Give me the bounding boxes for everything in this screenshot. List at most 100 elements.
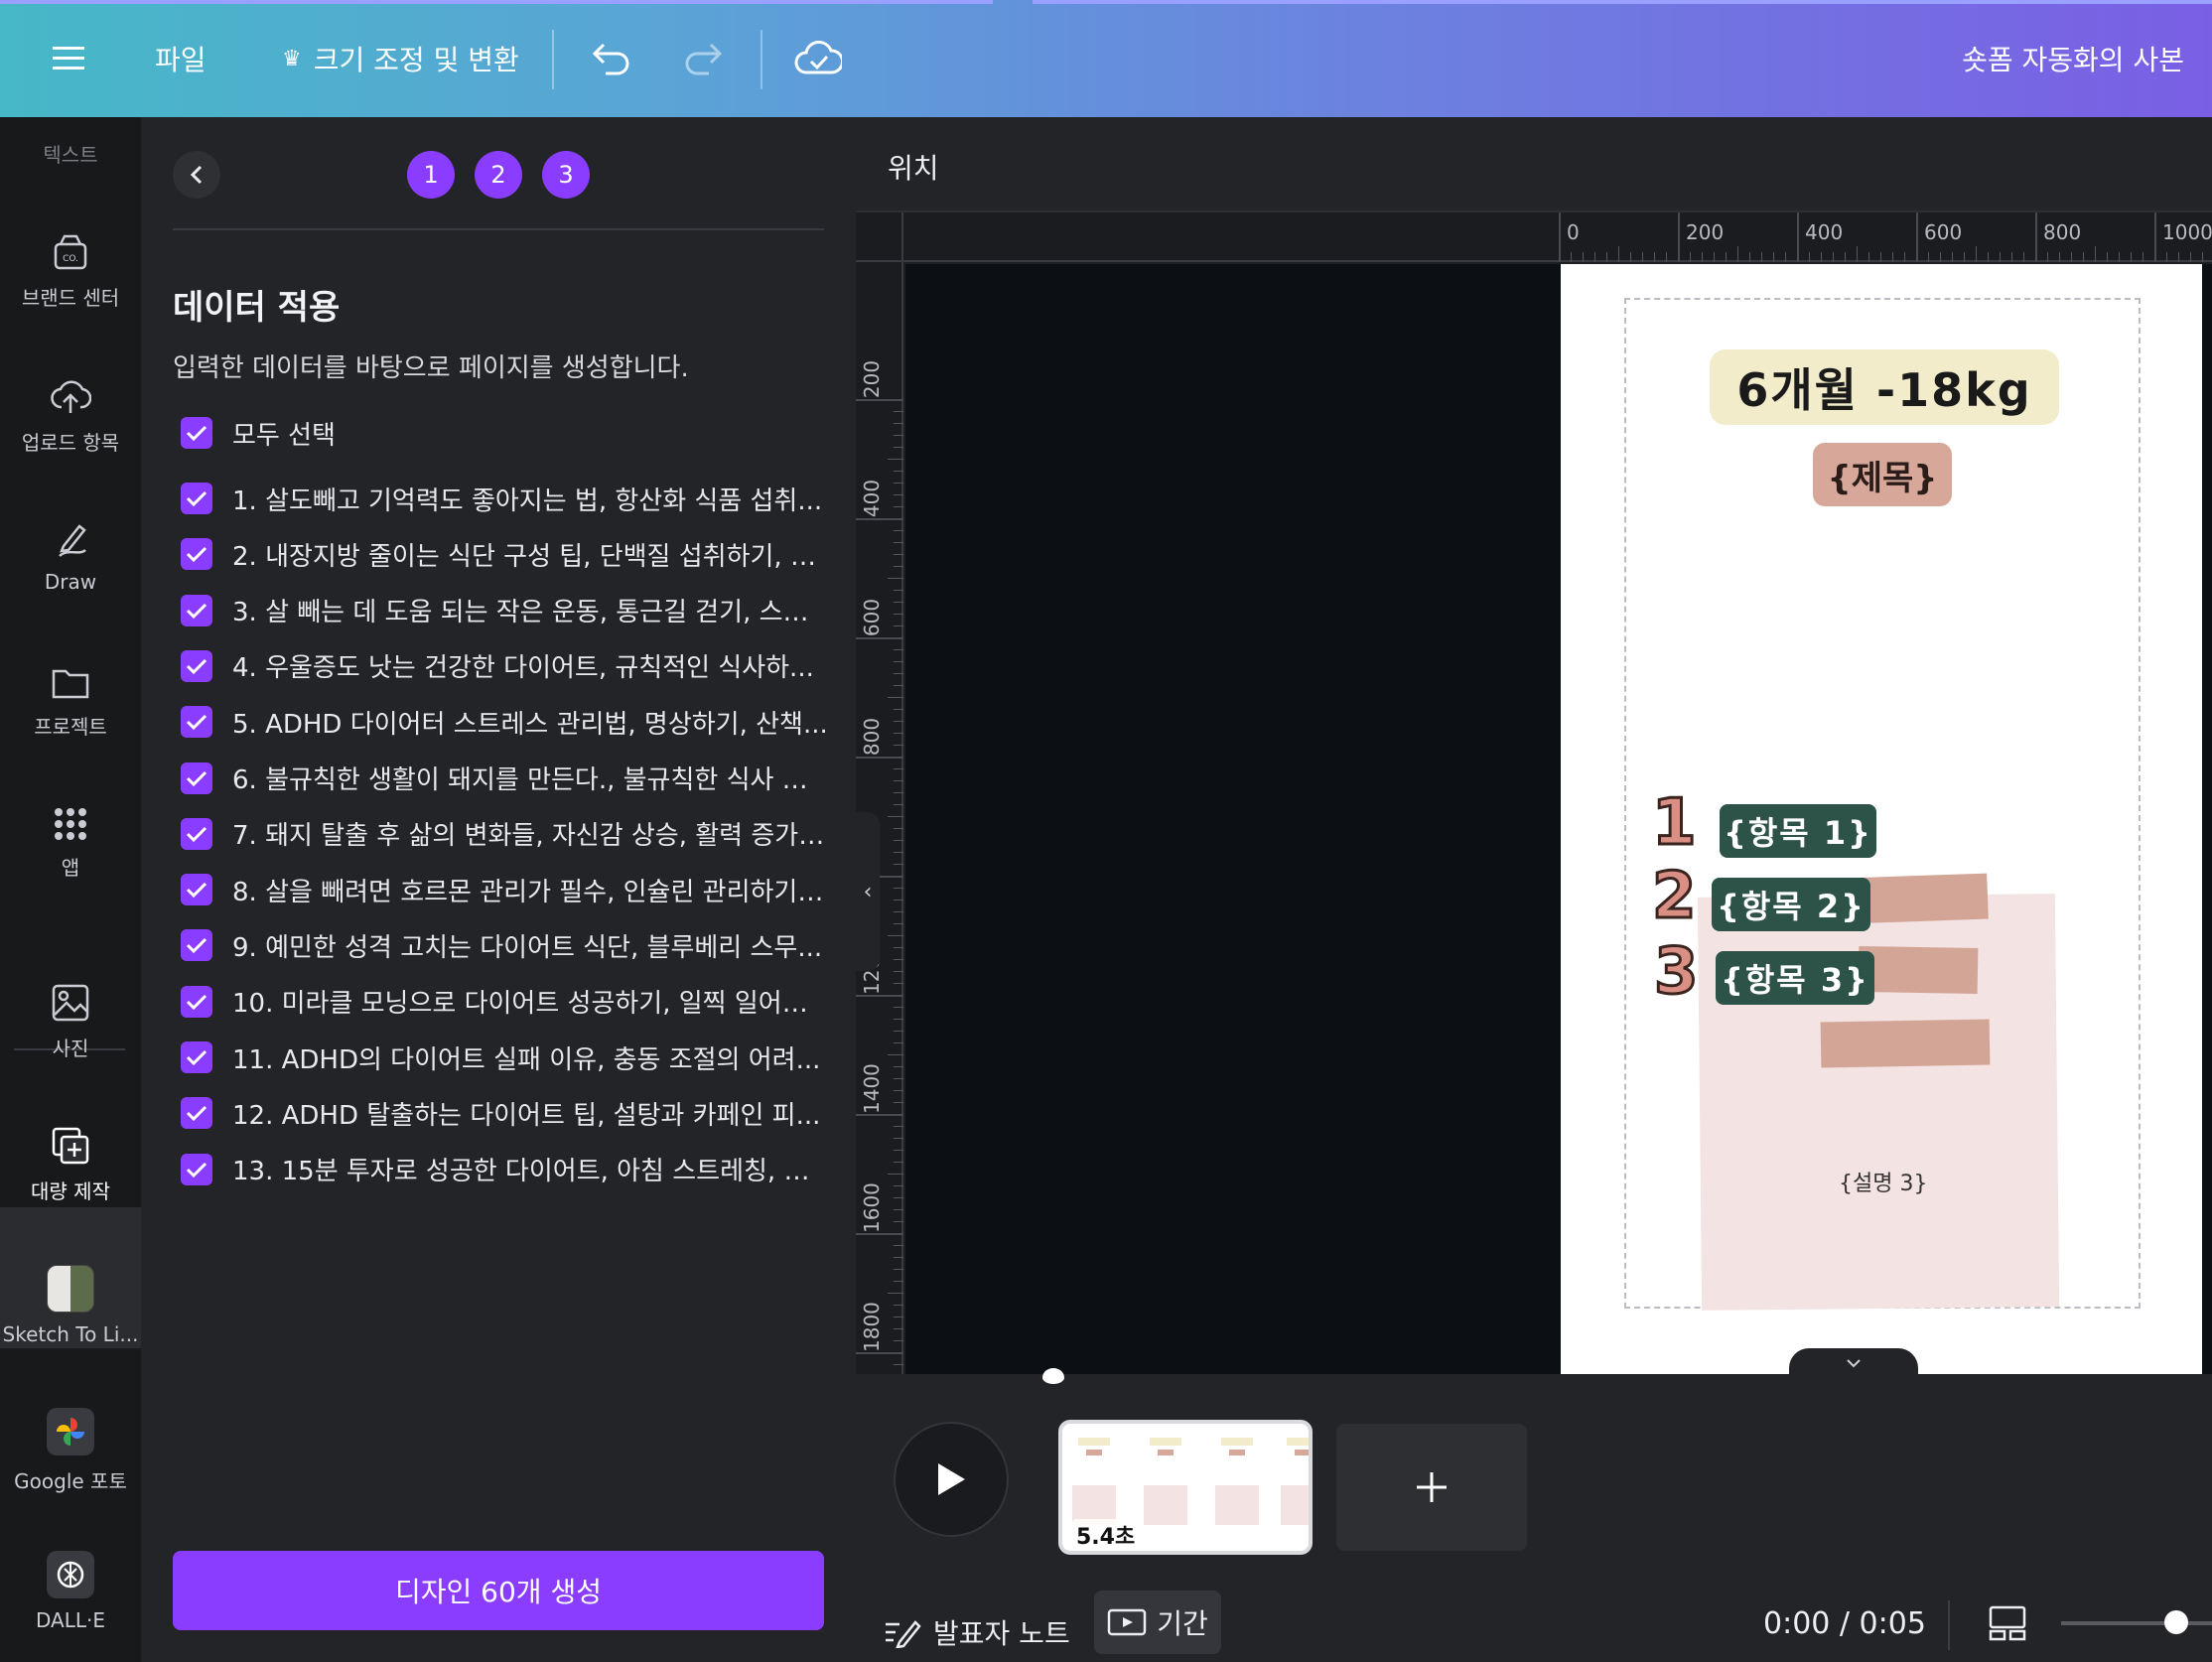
checkbox[interactable]: [181, 649, 212, 682]
page-thumbnail[interactable]: 5.4초: [1058, 1420, 1313, 1555]
rail-item-apps[interactable]: 앱: [0, 806, 141, 881]
rail-item-uploads[interactable]: 업로드 항목: [0, 377, 141, 456]
row-checkbox[interactable]: 7. 돼지 탈출 후 삶의 변화들, 자신감 상승, 활력 증가, ...: [181, 814, 836, 854]
row-checkbox[interactable]: 12. ADHD 탈출하는 다이어트 팁, 설탕과 카페인 피...: [181, 1093, 836, 1133]
rail-item-projects[interactable]: 프로젝트: [0, 663, 141, 740]
duration-button[interactable]: 기간: [1094, 1591, 1221, 1654]
number-1[interactable]: 1: [1651, 785, 1699, 862]
headline-text[interactable]: 6개월 -18kg: [1710, 349, 2059, 425]
ruler-minor-tick: [894, 554, 903, 555]
item-tag-2[interactable]: {항목 2}: [1712, 878, 1870, 931]
ruler-minor-tick: [894, 447, 903, 448]
ruler-minor-tick: [2178, 252, 2179, 262]
tape-strip[interactable]: [1820, 1019, 1991, 1068]
apps-icon: [55, 808, 86, 840]
ruler-minor-tick: [2107, 252, 2108, 262]
rail-item-text[interactable]: 텍스트: [0, 119, 141, 168]
undo-icon[interactable]: [590, 0, 633, 117]
ruler-tick: [856, 637, 903, 639]
generate-designs-button[interactable]: 디자인 60개 생성: [173, 1551, 824, 1630]
number-3[interactable]: 3: [1653, 934, 1701, 1011]
ruler-minor-tick: [1618, 246, 1619, 262]
checkbox[interactable]: [181, 594, 212, 626]
item-tag-3[interactable]: {항목 3}: [1716, 951, 1874, 1005]
design-page[interactable]: 6개월 -18kg {제목} 1 2 3 {항목 1} {항목 2} {항목 3…: [1561, 264, 2202, 1374]
rail-label: 업로드 항목: [21, 431, 120, 455]
ruler-tick: [1916, 212, 1918, 262]
checkbox[interactable]: [181, 817, 212, 850]
rail-item-brand[interactable]: CO. 브랜드 센터: [0, 232, 141, 311]
ruler-minor-tick: [894, 971, 903, 972]
resize-button[interactable]: ♛ 크기 조정 및 변환: [282, 0, 519, 117]
upload-icon: [51, 380, 91, 413]
menu-icon[interactable]: [52, 0, 85, 117]
back-button[interactable]: [173, 151, 220, 199]
row-checkbox[interactable]: 2. 내장지방 줄이는 식단 구성 팁, 단백질 섭취하기, 정...: [181, 534, 836, 574]
check-icon: [186, 490, 207, 507]
item-tag-1[interactable]: {항목 1}: [1720, 804, 1876, 858]
file-menu[interactable]: 파일: [155, 0, 207, 117]
chevron-left-icon: [190, 165, 203, 185]
checkbox[interactable]: [181, 929, 212, 962]
checkbox[interactable]: [181, 417, 212, 449]
grid-view-icon[interactable]: [1988, 1604, 2027, 1646]
step-2[interactable]: 2: [475, 151, 522, 199]
select-all-checkbox[interactable]: 모두 선택: [181, 413, 836, 453]
checkbox[interactable]: [181, 538, 212, 571]
rail-item-sketch-to-life[interactable]: Sketch To Li...: [0, 1265, 141, 1346]
play-button[interactable]: [894, 1422, 1009, 1537]
row-label: 5. ADHD 다이어터 스트레스 관리법, 명상하기, 산책...: [232, 709, 828, 740]
checkbox[interactable]: [181, 483, 212, 514]
row-checkbox[interactable]: 4. 우울증도 낫는 건강한 다이어트, 규칙적인 식사하...: [181, 646, 836, 686]
ruler-minor-tick: [894, 423, 903, 424]
checkbox[interactable]: [181, 762, 212, 794]
ruler-tick: [856, 518, 903, 520]
playhead[interactable]: [1042, 1368, 1064, 1384]
step-1[interactable]: 1: [407, 151, 455, 199]
rail-item-bulk-create[interactable]: 대량 제작: [0, 1126, 141, 1204]
checkbox[interactable]: [181, 1041, 212, 1073]
document-title[interactable]: 숏폼 자동화의 사본: [1962, 0, 2184, 117]
collapse-panel-button[interactable]: ‹: [856, 812, 880, 971]
ruler-minor-tick: [894, 768, 903, 769]
rail-item-dalle[interactable]: DALL·E: [0, 1551, 141, 1632]
ruler-minor-tick: [1726, 252, 1727, 262]
step-3[interactable]: 3: [542, 151, 590, 199]
presenter-notes-button[interactable]: 발표자 노트: [884, 1602, 1070, 1662]
ruler-minor-tick: [894, 1007, 903, 1008]
row-checkbox[interactable]: 10. 미라클 모닝으로 다이어트 성공하기, 일찍 일어나...: [181, 982, 836, 1022]
checkbox[interactable]: [181, 874, 212, 906]
ruler-minor-tick: [894, 673, 903, 674]
checkbox[interactable]: [181, 985, 212, 1018]
zoom-slider[interactable]: [2061, 1621, 2212, 1625]
row-checkbox[interactable]: 5. ADHD 다이어터 스트레스 관리법, 명상하기, 산책...: [181, 702, 836, 742]
divider: [173, 228, 824, 230]
zoom-slider-handle[interactable]: [2164, 1610, 2188, 1634]
row-label: 6. 불규칙한 생활이 돼지를 만든다., 불규칙한 식사 시...: [232, 765, 828, 795]
check-icon: [186, 938, 207, 954]
row-checkbox[interactable]: 3. 살 빼는 데 도움 되는 작은 운동, 통근길 걷기, 스트...: [181, 591, 836, 630]
number-2[interactable]: 2: [1651, 859, 1699, 935]
row-checkbox[interactable]: 9. 예민한 성격 고치는 다이어트 식단, 블루베리 스무...: [181, 925, 836, 965]
tape-strip[interactable]: [1858, 945, 1979, 995]
row-checkbox[interactable]: 8. 살을 빼려면 호르몬 관리가 필수, 인슐린 관리하기, ...: [181, 870, 836, 909]
rail-label: 대량 제작: [31, 1179, 110, 1203]
row-checkbox[interactable]: 1. 살도빼고 기억력도 좋아지는 법, 항산화 식품 섭취...: [181, 479, 836, 518]
row-checkbox[interactable]: 6. 불규칙한 생활이 돼지를 만든다., 불규칙한 식사 시...: [181, 759, 836, 798]
rail-item-photos[interactable]: 사진: [0, 983, 141, 1061]
ruler-minor-tick: [2190, 252, 2191, 262]
checkbox[interactable]: [181, 1097, 212, 1130]
redo-icon[interactable]: [681, 0, 725, 117]
rail-item-draw[interactable]: Draw: [0, 520, 141, 594]
ruler-minor-tick: [894, 614, 903, 615]
checkbox[interactable]: [181, 1153, 212, 1185]
checkbox[interactable]: [181, 706, 212, 739]
cloud-saved-icon[interactable]: [794, 0, 842, 117]
subtitle-text[interactable]: {제목}: [1813, 443, 1952, 506]
add-page-button[interactable]: [1336, 1424, 1527, 1551]
row-checkbox[interactable]: 11. ADHD의 다이어트 실패 이유, 충동 조절의 어려...: [181, 1038, 836, 1077]
ruler-minor-tick: [894, 1328, 903, 1329]
row-checkbox[interactable]: 13. 15분 투자로 성공한 다이어트, 아침 스트레칭, 점...: [181, 1150, 836, 1189]
description-text[interactable]: {설명 3}: [1839, 1166, 1927, 1197]
rail-item-google-photos[interactable]: Google 포토: [0, 1408, 141, 1494]
